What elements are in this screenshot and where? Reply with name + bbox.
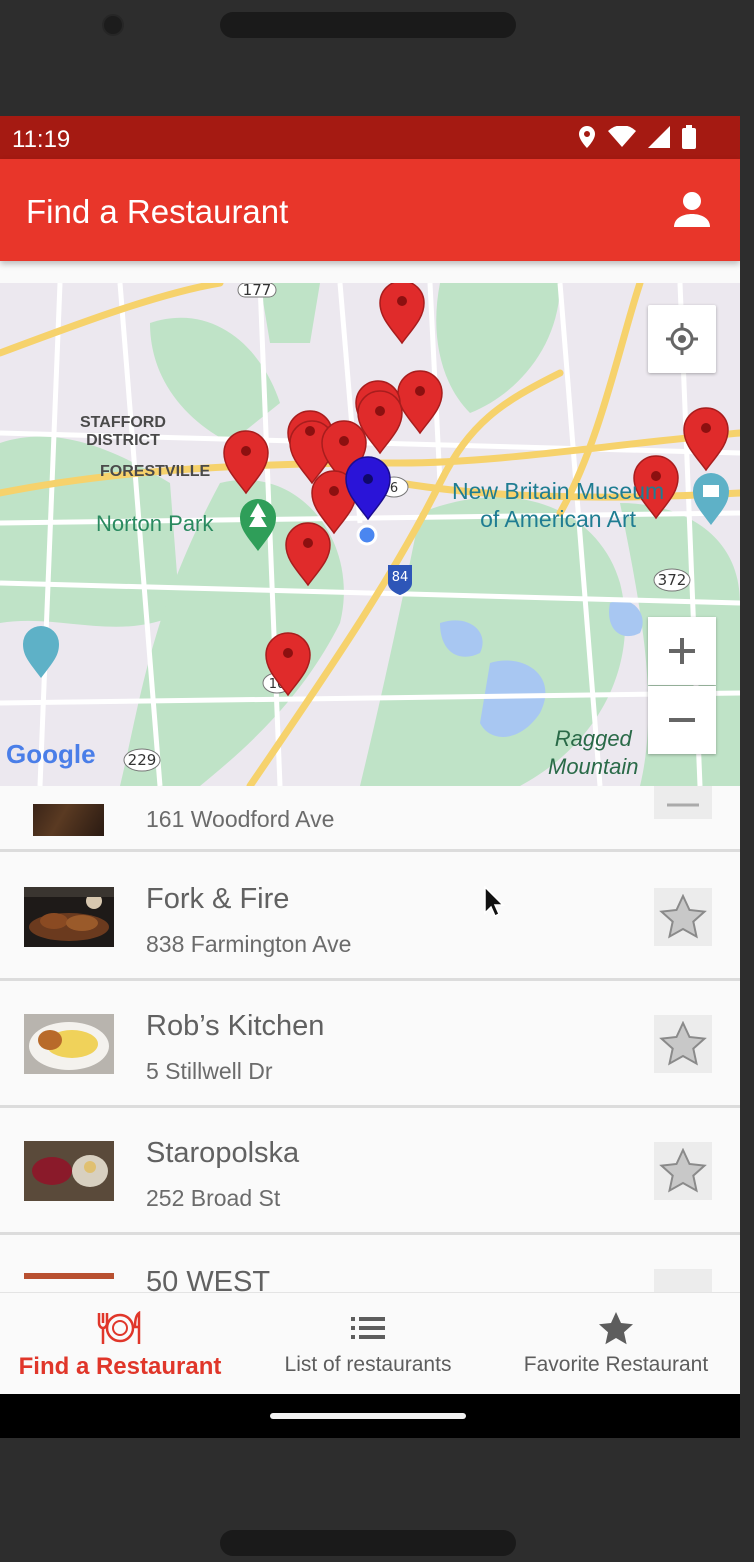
location-icon xyxy=(579,126,595,148)
star-outline-icon xyxy=(659,894,707,939)
map-label-stafford: STAFFORD DISTRICT xyxy=(80,414,166,449)
battery-icon xyxy=(682,125,696,149)
restaurant-thumbnail xyxy=(33,804,104,836)
nav-label: Favorite Restaurant xyxy=(523,1353,709,1376)
restaurant-name: Fork & Fire xyxy=(146,883,290,915)
list-item[interactable]: Rob’s Kitchen 5 Stillwell Dr xyxy=(0,982,740,1108)
nav-list-restaurants[interactable]: List of restaurants xyxy=(248,1293,488,1395)
restaurant-thumbnail xyxy=(24,1273,114,1279)
map-label-forestville: FORESTVILLE xyxy=(100,463,211,480)
crosshair-icon xyxy=(666,323,698,355)
star-icon xyxy=(599,1312,633,1345)
restaurant-list[interactable]: 161 Woodford Ave Fork & Fire 838 Farming… xyxy=(0,786,740,1294)
restaurant-name: 50 WEST xyxy=(146,1266,271,1294)
bottom-navigation: Find a Restaurant List of restaurants Fa… xyxy=(0,1292,740,1394)
map-label-norton-park: Norton Park xyxy=(96,511,214,536)
restaurant-icon xyxy=(97,1311,141,1344)
favorite-button[interactable] xyxy=(654,888,712,946)
account-button[interactable] xyxy=(672,189,712,229)
restaurant-address: 161 Woodford Ave xyxy=(146,806,335,832)
route-229-shield: 229 xyxy=(128,751,157,769)
favorite-button[interactable] xyxy=(654,1269,712,1294)
map-label-ragged-mountain: Ragged Mountain xyxy=(548,726,639,779)
list-item[interactable]: Fork & Fire 838 Farmington Ave xyxy=(0,855,740,981)
wifi-icon xyxy=(608,126,636,147)
list-item[interactable]: Staropolska 252 Broad St xyxy=(0,1109,740,1235)
restaurant-thumbnail xyxy=(24,887,114,947)
bottom-speaker xyxy=(220,1530,516,1556)
nav-favorite-restaurant[interactable]: Favorite Restaurant xyxy=(496,1293,736,1395)
system-navigation-bar xyxy=(0,1394,740,1438)
map-label-museum: New Britain Museum of American Art xyxy=(452,478,665,532)
restaurant-thumbnail xyxy=(24,1141,114,1201)
map-view[interactable]: 177 372 229 84 6 10 STAFFORD DISTRICT FO… xyxy=(0,283,740,786)
nav-label: Find a Restaurant xyxy=(18,1353,222,1380)
app-bar: Find a Restaurant xyxy=(0,159,740,261)
restaurant-name: Rob’s Kitchen xyxy=(146,1010,325,1042)
person-icon xyxy=(674,192,710,227)
signal-icon xyxy=(648,126,670,148)
restaurant-address: 5 Stillwell Dr xyxy=(146,1058,273,1084)
device-frame: 11:19 Find a Restaurant 177 372 229 84 6… xyxy=(0,0,754,1562)
route-372-shield: 372 xyxy=(658,571,687,589)
plus-icon xyxy=(669,638,695,664)
list-item[interactable]: 161 Woodford Ave xyxy=(0,786,740,852)
status-icons xyxy=(578,125,696,149)
nav-label: List of restaurants xyxy=(284,1353,452,1376)
restaurant-address: 252 Broad St xyxy=(146,1185,281,1211)
star-outline-icon xyxy=(659,1021,707,1066)
route-6-shield: 6 xyxy=(390,481,398,496)
phone-screen: 11:19 Find a Restaurant 177 372 229 84 6… xyxy=(0,116,740,1438)
list-icon xyxy=(351,1317,385,1339)
front-camera xyxy=(102,14,124,36)
star-outline-icon xyxy=(659,1148,707,1193)
favorite-button[interactable] xyxy=(654,786,712,819)
zoom-in-button[interactable] xyxy=(648,617,716,685)
nav-find-restaurant[interactable]: Find a Restaurant xyxy=(0,1293,240,1395)
mouse-cursor-icon xyxy=(484,886,505,918)
star-outline-icon xyxy=(667,803,699,807)
route-177-shield: 177 xyxy=(243,283,272,299)
top-speaker xyxy=(220,12,516,38)
restaurant-name: Staropolska xyxy=(146,1137,300,1169)
app-title: Find a Restaurant xyxy=(26,193,289,230)
favorite-button[interactable] xyxy=(654,1142,712,1200)
favorite-button[interactable] xyxy=(654,1015,712,1073)
google-logo: Google xyxy=(6,739,96,769)
zoom-out-button[interactable] xyxy=(648,686,716,754)
restaurant-address: 838 Farmington Ave xyxy=(146,931,352,957)
status-bar: 11:19 xyxy=(0,116,740,159)
minus-icon xyxy=(669,718,695,722)
restaurant-thumbnail xyxy=(24,1014,114,1074)
status-time: 11:19 xyxy=(12,126,71,153)
my-location-button[interactable] xyxy=(648,305,716,373)
home-gesture-bar[interactable] xyxy=(270,1413,466,1419)
route-84-shield: 84 xyxy=(392,570,409,585)
my-location-dot xyxy=(356,524,378,546)
list-item[interactable]: 50 WEST xyxy=(0,1236,740,1294)
